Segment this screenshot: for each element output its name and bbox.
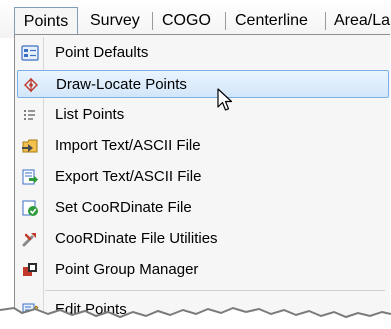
menu-item-list-points[interactable]: List Points	[17, 101, 389, 129]
menu-tab-area[interactable]: Area/La	[334, 8, 390, 34]
menu-tab-separator	[225, 12, 226, 30]
menu-tab-points[interactable]: Points	[14, 7, 78, 35]
menu-tab-cogo[interactable]: COGO	[162, 8, 211, 34]
menu-item-label: Point Defaults	[55, 44, 149, 61]
menu-item-export-text-file[interactable]: Export Text/ASCII File	[17, 163, 389, 191]
menu-item-label: Import Text/ASCII File	[55, 137, 201, 154]
menu-tab-centerline[interactable]: Centerline	[235, 8, 308, 34]
menu-tab-survey[interactable]: Survey	[90, 8, 140, 34]
menu-divider	[45, 290, 385, 291]
menu-item-import-text-file[interactable]: Import Text/ASCII File	[17, 132, 389, 160]
menu-item-draw-locate-points[interactable]: Draw-Locate Points	[17, 70, 389, 98]
menu-item-point-defaults[interactable]: Point Defaults	[17, 39, 389, 67]
menu-item-point-group-manager[interactable]: Point Group Manager	[17, 256, 389, 284]
list-icon	[21, 106, 39, 124]
menu-item-coordinate-file-utilities[interactable]: CooRDinate File Utilities	[17, 225, 389, 253]
menu-item-label: Draw-Locate Points	[56, 76, 187, 93]
menu-bar: Points Survey COGO Centerline Area/La	[0, 0, 391, 38]
menu-tab-separator	[325, 12, 326, 30]
menu-item-label: List Points	[55, 106, 125, 123]
point-defaults-icon	[21, 44, 39, 62]
menu-item-label: Point Group Manager	[55, 261, 199, 278]
draw-locate-icon	[22, 76, 40, 94]
menu-item-label: Export Text/ASCII File	[55, 168, 202, 185]
torn-edge	[0, 306, 391, 329]
points-dropdown-menu: Point Defaults Draw-Locate Points List P…	[14, 34, 390, 329]
menu-tab-separator	[152, 12, 153, 30]
set-coordinate-file-icon	[21, 199, 39, 217]
menu-item-label: CooRDinate File Utilities	[55, 230, 218, 247]
menu-item-set-coordinate-file[interactable]: Set CooRDinate File	[17, 194, 389, 222]
export-file-icon	[21, 168, 39, 186]
import-file-icon	[21, 137, 39, 155]
point-group-icon	[21, 261, 39, 279]
mouse-pointer-icon	[217, 88, 233, 111]
menu-item-label: Set CooRDinate File	[55, 199, 192, 216]
coordinate-utilities-icon	[21, 230, 39, 248]
screenshot-stage: Points Survey COGO Centerline Area/La Po…	[0, 0, 391, 329]
